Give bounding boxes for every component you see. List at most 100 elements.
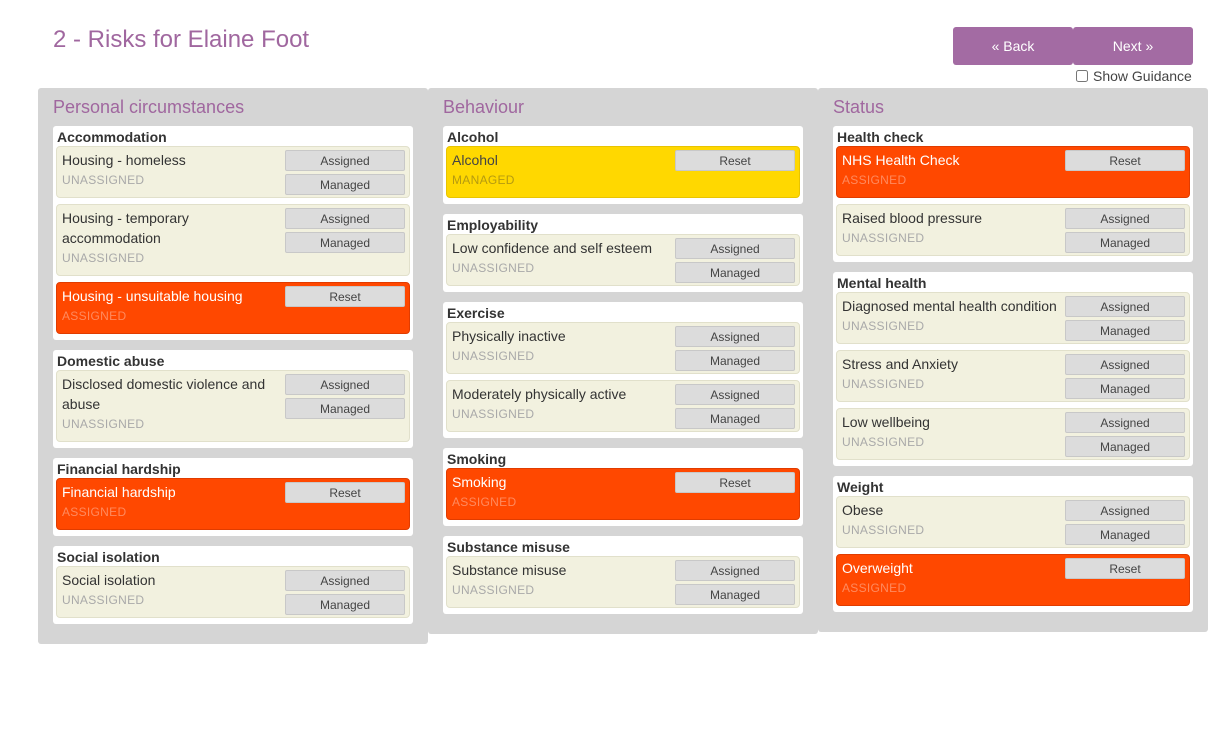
reset-button[interactable]: Reset (675, 150, 795, 171)
managed-button[interactable]: Managed (1065, 320, 1185, 341)
risk-group-financial-hardship: Financial hardship Financial hardship AS… (53, 458, 413, 536)
assigned-button[interactable]: Assigned (285, 150, 405, 171)
risk-status: ASSIGNED (62, 309, 127, 323)
assigned-button[interactable]: Assigned (1065, 296, 1185, 317)
risk-group-alcohol: Alcohol Alcohol MANAGED Reset (443, 126, 803, 204)
group-title: Employability (447, 217, 539, 233)
risk-card: Stress and Anxiety UNASSIGNED Assigned M… (836, 350, 1190, 402)
risk-name: Overweight (842, 560, 913, 576)
risk-name: Financial hardship (62, 484, 176, 500)
risk-name: Moderately physically active (452, 386, 627, 402)
risk-card: Housing - temporary accommodation UNASSI… (56, 204, 410, 276)
page-title: 2 - Risks for Elaine Foot (53, 26, 310, 53)
risk-card: Substance misuse UNASSIGNED Assigned Man… (446, 556, 800, 608)
risk-card: Social isolation UNASSIGNED Assigned Man… (56, 566, 410, 618)
assigned-button[interactable]: Assigned (285, 374, 405, 395)
risk-group-weight: Weight Obese UNASSIGNED Assigned Managed… (833, 476, 1193, 612)
risk-status: UNASSIGNED (452, 261, 535, 275)
risk-name: Stress and Anxiety (842, 356, 958, 372)
risk-group-employability: Employability Low confidence and self es… (443, 214, 803, 292)
risk-name: Housing - temporary accommodation (62, 210, 189, 246)
column-title: Behaviour (443, 97, 525, 117)
risk-status: UNASSIGNED (62, 417, 145, 431)
show-guidance-label: Show Guidance (1093, 68, 1192, 84)
assigned-button[interactable]: Assigned (1065, 412, 1185, 433)
assigned-button[interactable]: Assigned (675, 384, 795, 405)
managed-button[interactable]: Managed (285, 594, 405, 615)
column-personal-circumstances: Personal circumstances Accommodation Hou… (38, 88, 428, 644)
managed-button[interactable]: Managed (1065, 436, 1185, 457)
risk-name: Disclosed domestic violence and abuse (62, 376, 266, 412)
risk-card: Disclosed domestic violence and abuse UN… (56, 370, 410, 442)
group-title: Smoking (447, 451, 507, 467)
managed-button[interactable]: Managed (1065, 378, 1185, 399)
managed-button[interactable]: Managed (675, 408, 795, 429)
assigned-button[interactable]: Assigned (285, 208, 405, 229)
reset-button[interactable]: Reset (1065, 150, 1185, 171)
risk-group-exercise: Exercise Physically inactive UNASSIGNED … (443, 302, 803, 438)
risk-group-mental-health: Mental health Diagnosed mental health co… (833, 272, 1193, 466)
reset-button[interactable]: Reset (285, 482, 405, 503)
risk-card: Low confidence and self esteem UNASSIGNE… (446, 234, 800, 286)
group-title: Alcohol (447, 129, 499, 145)
assigned-button[interactable]: Assigned (675, 238, 795, 259)
managed-button[interactable]: Managed (285, 232, 405, 253)
risk-status: UNASSIGNED (842, 231, 925, 245)
risk-name: Raised blood pressure (842, 210, 983, 226)
risk-name: Smoking (452, 474, 507, 490)
risk-name: Low confidence and self esteem (452, 240, 653, 256)
assigned-button[interactable]: Assigned (1065, 208, 1185, 229)
group-title: Financial hardship (57, 461, 181, 477)
risk-card: Physically inactive UNASSIGNED Assigned … (446, 322, 800, 374)
risk-card: Financial hardship ASSIGNED Reset (56, 478, 410, 530)
managed-button[interactable]: Managed (285, 174, 405, 195)
group-title: Weight (837, 479, 884, 495)
assigned-button[interactable]: Assigned (675, 326, 795, 347)
risk-status: UNASSIGNED (842, 319, 925, 333)
risk-group-accommodation: Accommodation Housing - homeless UNASSIG… (53, 126, 413, 340)
managed-button[interactable]: Managed (675, 584, 795, 605)
column-title: Status (833, 97, 885, 117)
risk-name: Housing - homeless (62, 152, 186, 168)
managed-button[interactable]: Managed (1065, 524, 1185, 545)
risk-card: Obese UNASSIGNED Assigned Managed (836, 496, 1190, 548)
column-behaviour: Behaviour Alcohol Alcohol MANAGED Reset … (428, 88, 818, 634)
risk-name: Obese (842, 502, 884, 518)
risk-status: ASSIGNED (62, 505, 127, 519)
risk-status: UNASSIGNED (842, 523, 925, 537)
risk-card: Overweight ASSIGNED Reset (836, 554, 1190, 606)
back-button[interactable]: « Back (953, 27, 1073, 65)
risk-status: UNASSIGNED (842, 435, 925, 449)
next-button[interactable]: Next » (1073, 27, 1193, 65)
risk-status: UNASSIGNED (62, 173, 145, 187)
assigned-button[interactable]: Assigned (1065, 354, 1185, 375)
risk-card: Diagnosed mental health condition UNASSI… (836, 292, 1190, 344)
reset-button[interactable]: Reset (1065, 558, 1185, 579)
risk-name: Low wellbeing (842, 414, 930, 430)
assigned-button[interactable]: Assigned (285, 570, 405, 591)
show-guidance-toggle[interactable]: Show Guidance (1076, 68, 1192, 84)
reset-button[interactable]: Reset (675, 472, 795, 493)
group-title: Health check (837, 129, 924, 145)
managed-button[interactable]: Managed (675, 262, 795, 283)
reset-button[interactable]: Reset (285, 286, 405, 307)
group-title: Substance misuse (447, 539, 570, 555)
risk-status: UNASSIGNED (842, 377, 925, 391)
group-title: Exercise (447, 305, 505, 321)
risk-status: UNASSIGNED (452, 583, 535, 597)
show-guidance-checkbox[interactable] (1076, 70, 1088, 82)
assigned-button[interactable]: Assigned (675, 560, 795, 581)
risk-name: Alcohol (452, 152, 498, 168)
risk-status: UNASSIGNED (452, 349, 535, 363)
group-title: Mental health (837, 275, 927, 291)
managed-button[interactable]: Managed (675, 350, 795, 371)
risk-group-health-check: Health check NHS Health Check ASSIGNED R… (833, 126, 1193, 262)
group-title: Domestic abuse (57, 353, 165, 369)
risk-group-social-isolation: Social isolation Social isolation UNASSI… (53, 546, 413, 624)
column-title: Personal circumstances (53, 97, 245, 117)
column-status: Status Health check NHS Health Check ASS… (818, 88, 1208, 632)
assigned-button[interactable]: Assigned (1065, 500, 1185, 521)
managed-button[interactable]: Managed (285, 398, 405, 419)
managed-button[interactable]: Managed (1065, 232, 1185, 253)
risk-name: Social isolation (62, 572, 156, 588)
